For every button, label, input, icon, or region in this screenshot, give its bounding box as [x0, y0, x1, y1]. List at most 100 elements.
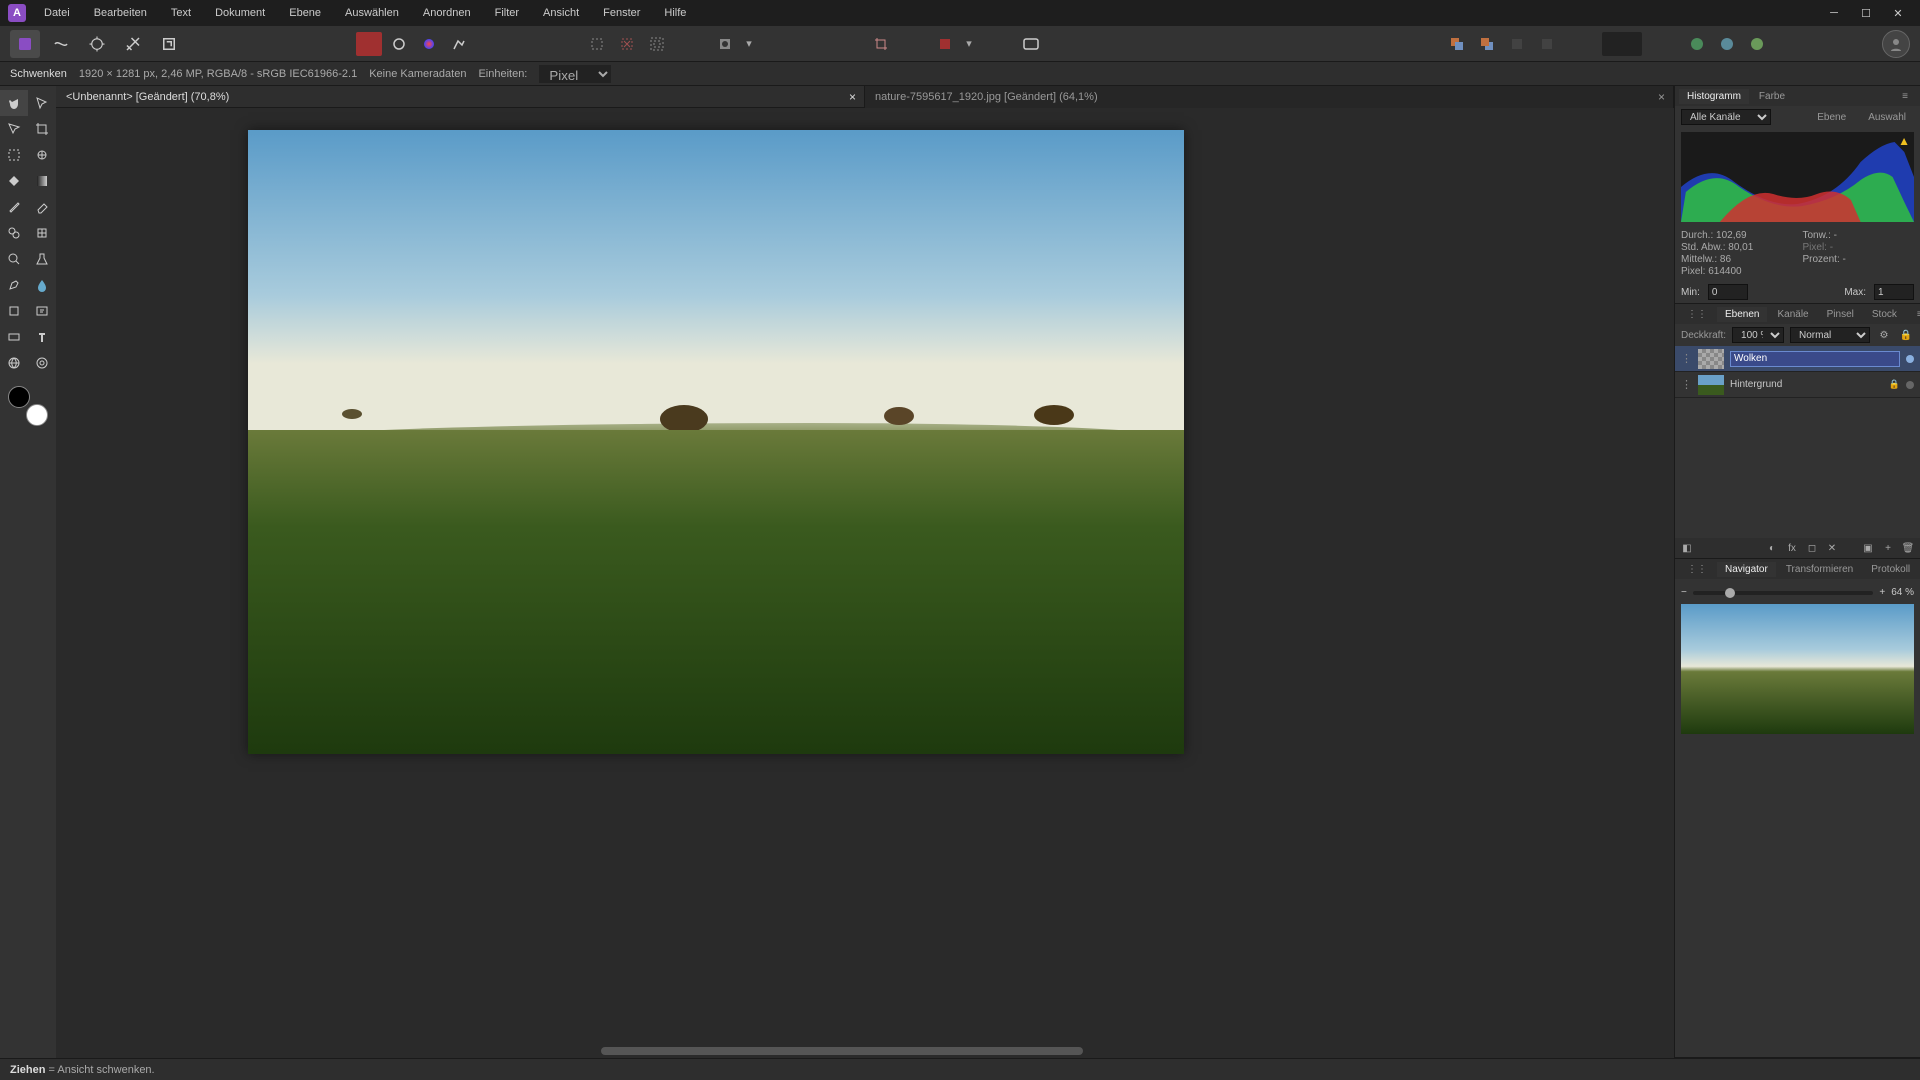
tool-text[interactable]: [28, 324, 56, 350]
opacity-select[interactable]: 100 %: [1732, 327, 1784, 343]
histogram-mode-ebene[interactable]: Ebene: [1809, 110, 1854, 125]
tb-autolevel-button[interactable]: [446, 32, 472, 56]
tool-hand[interactable]: [0, 90, 28, 116]
tool-select-rect[interactable]: [0, 142, 28, 168]
mask-icon[interactable]: ◻: [1804, 540, 1820, 556]
menu-dokument[interactable]: Dokument: [211, 5, 269, 21]
tab-pinsel[interactable]: Pinsel: [1819, 307, 1862, 322]
menu-fenster[interactable]: Fenster: [599, 5, 644, 21]
tool-flood[interactable]: [0, 168, 28, 194]
persona-export[interactable]: [154, 30, 184, 58]
layer-visibility-icon[interactable]: ⋮: [1681, 352, 1692, 365]
tool-rect[interactable]: [0, 324, 28, 350]
menu-bearbeiten[interactable]: Bearbeiten: [90, 5, 151, 21]
tool-erase[interactable]: [28, 194, 56, 220]
tool-blur[interactable]: [28, 272, 56, 298]
tool-crop[interactable]: [28, 116, 56, 142]
tab-ebenen[interactable]: Ebenen: [1717, 307, 1767, 322]
persona-tone-map[interactable]: [118, 30, 148, 58]
histogram-channel-select[interactable]: Alle Kanäle: [1681, 109, 1771, 125]
panel-menu-icon[interactable]: ≡: [1894, 89, 1916, 104]
layer-visibility-icon[interactable]: ⋮: [1681, 378, 1692, 391]
crop-to-icon[interactable]: ✕: [1824, 540, 1840, 556]
tb-quickmask-dropdown[interactable]: ▾: [742, 32, 756, 56]
layer-check-icon[interactable]: [1906, 355, 1914, 363]
tb-color-button[interactable]: [416, 32, 442, 56]
tb-add-layer-button[interactable]: [1684, 32, 1710, 56]
blend-mode-select[interactable]: Normal: [1790, 327, 1870, 343]
foreground-color-icon[interactable]: [8, 386, 30, 408]
tab-farbe[interactable]: Farbe: [1751, 89, 1793, 104]
menu-auswaehlen[interactable]: Auswählen: [341, 5, 403, 21]
tb-arrange-back-button[interactable]: [1444, 32, 1470, 56]
tool-brush[interactable]: [0, 194, 28, 220]
tool-dodge[interactable]: [28, 246, 56, 272]
tool-text-frame[interactable]: [28, 298, 56, 324]
delete-layer-icon[interactable]: 🗑: [1900, 540, 1916, 556]
tab-kanaele[interactable]: Kanäle: [1769, 307, 1816, 322]
layer-row[interactable]: ⋮: [1675, 346, 1920, 372]
tool-move[interactable]: [28, 90, 56, 116]
tab-protokoll[interactable]: Protokoll: [1863, 562, 1918, 577]
group-icon[interactable]: ▣: [1860, 540, 1876, 556]
document-tab-1[interactable]: <Unbenannt> [Geändert] (70,8%) ×: [56, 86, 865, 108]
color-swatches[interactable]: [8, 386, 48, 426]
tab-navigator[interactable]: Navigator: [1717, 562, 1776, 577]
tb-arrange-front-button[interactable]: [1474, 32, 1500, 56]
account-avatar[interactable]: [1882, 30, 1910, 58]
tb-arrange-b-button[interactable]: [1534, 32, 1560, 56]
tab-histogram[interactable]: Histogramm: [1679, 89, 1749, 104]
tool-target[interactable]: [28, 350, 56, 376]
menu-text[interactable]: Text: [167, 5, 195, 21]
menu-ebene[interactable]: Ebene: [285, 5, 325, 21]
minimize-button[interactable]: ─: [1820, 3, 1848, 23]
tab-stock[interactable]: Stock: [1864, 307, 1905, 322]
menu-filter[interactable]: Filter: [491, 5, 523, 21]
tb-add-stock-button[interactable]: [1714, 32, 1740, 56]
tb-preview-button[interactable]: [1018, 32, 1044, 56]
tb-sel-rect-button[interactable]: [584, 32, 610, 56]
panel-menu-icon[interactable]: ≡: [1909, 307, 1920, 322]
panel-drag-icon[interactable]: ⋮⋮: [1679, 562, 1715, 577]
tab-transformieren[interactable]: Transformieren: [1778, 562, 1861, 577]
persona-develop[interactable]: [82, 30, 112, 58]
tool-heal[interactable]: [28, 220, 56, 246]
tool-select-brush[interactable]: [28, 142, 56, 168]
menu-hilfe[interactable]: Hilfe: [660, 5, 690, 21]
tool-gradient[interactable]: [28, 168, 56, 194]
fx-icon[interactable]: fx: [1784, 540, 1800, 556]
maximize-button[interactable]: ☐: [1852, 3, 1880, 23]
tb-sel-all-button[interactable]: [644, 32, 670, 56]
tb-record-button[interactable]: [356, 32, 382, 56]
add-layer-icon[interactable]: +: [1880, 540, 1896, 556]
tb-add-cloud-button[interactable]: [1744, 32, 1770, 56]
panel-drag-icon[interactable]: ⋮⋮: [1679, 307, 1715, 322]
tb-crop-button[interactable]: [868, 32, 894, 56]
close-icon[interactable]: ×: [849, 90, 856, 104]
document-tab-2[interactable]: nature-7595617_1920.jpg [Geändert] (64,1…: [865, 86, 1674, 108]
close-icon[interactable]: ×: [1658, 90, 1665, 104]
tool-pen[interactable]: [0, 272, 28, 298]
menu-ansicht[interactable]: Ansicht: [539, 5, 583, 21]
layer-check-icon[interactable]: [1906, 381, 1914, 389]
close-window-button[interactable]: ✕: [1884, 3, 1912, 23]
tool-clone[interactable]: [0, 220, 28, 246]
lock-layers-icon[interactable]: 🔒: [1898, 327, 1914, 343]
tool-shape[interactable]: [0, 298, 28, 324]
histogram-mode-auswahl[interactable]: Auswahl: [1860, 110, 1914, 125]
zoom-out-button[interactable]: −: [1681, 587, 1687, 598]
histogram-max-input[interactable]: [1874, 284, 1914, 300]
tool-mesh[interactable]: [0, 350, 28, 376]
tb-sample-button[interactable]: [386, 32, 412, 56]
tb-snap-button[interactable]: [932, 32, 958, 56]
persona-liquify[interactable]: [46, 30, 76, 58]
background-color-icon[interactable]: [26, 404, 48, 426]
canvas-viewport[interactable]: [56, 108, 1674, 1058]
horizontal-scrollbar[interactable]: [56, 1044, 1660, 1058]
mask-from-below-icon[interactable]: ◧: [1679, 540, 1695, 556]
menu-anordnen[interactable]: Anordnen: [419, 5, 475, 21]
adjustment-icon[interactable]: ◐: [1764, 540, 1780, 556]
tb-snap-dropdown[interactable]: ▾: [962, 32, 976, 56]
tool-view[interactable]: [0, 116, 28, 142]
histogram-min-input[interactable]: [1708, 284, 1748, 300]
